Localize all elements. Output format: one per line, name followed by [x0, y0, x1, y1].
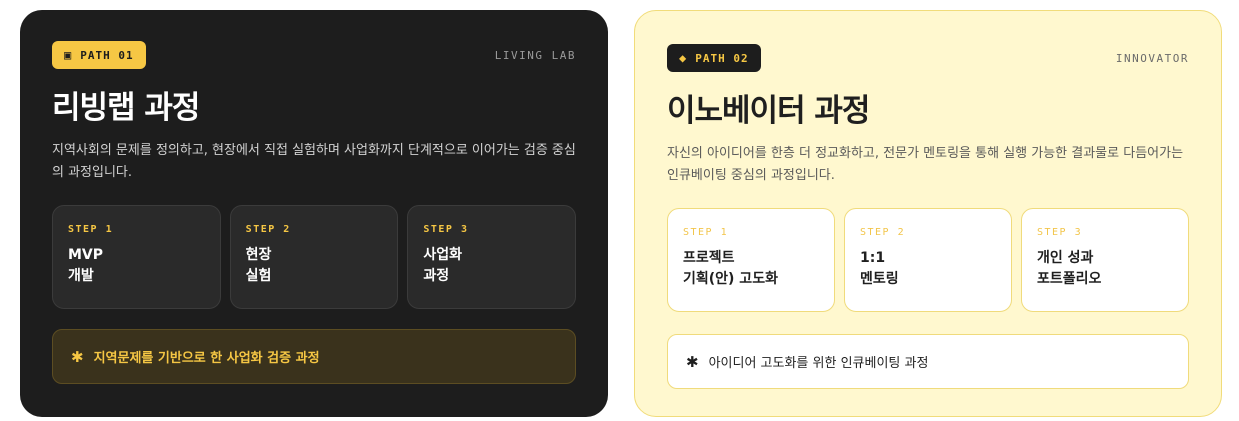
- step-card: STEP 3 사업화 과정: [407, 205, 577, 309]
- step-list: STEP 1 MVP 개발 STEP 2 현장 실험 STEP 3 사업화 과정: [52, 205, 577, 309]
- card-eyebrow: LIVING LAB: [494, 48, 576, 62]
- step-label: STEP 3: [423, 224, 469, 235]
- card-header: ▣ PATH 01 LIVING LAB: [52, 40, 576, 70]
- card-description: 지역사회의 문제를 정의하고, 현장에서 직접 실험하며 사업화까지 단계적으로…: [52, 143, 576, 180]
- step-line: 사업화: [423, 247, 462, 263]
- step-card: STEP 3 개인 성과 포트폴리오: [1021, 208, 1189, 312]
- step-line: 프로젝트: [683, 250, 735, 266]
- step-label: STEP 3: [1037, 227, 1083, 238]
- step-label: STEP 1: [683, 227, 729, 238]
- step-text: 현장 실험: [246, 245, 383, 287]
- step-card: STEP 2 현장 실험: [229, 205, 399, 309]
- step-text: 1:1 멘토링: [860, 248, 996, 290]
- step-line: 개발: [68, 268, 94, 284]
- note-text: 지역문제를 기반으로 한 사업화 검증 과정: [93, 351, 320, 366]
- step-line: 실험: [245, 268, 272, 284]
- step-line: 개인 성과: [1037, 250, 1094, 266]
- card-title: 리빙랩 과정: [52, 90, 200, 126]
- step-line: MVP: [68, 247, 104, 263]
- step-line: 포트폴리오: [1037, 271, 1102, 287]
- note-text: 아이디어 고도화를 위한 인큐베이팅 과정: [708, 356, 929, 371]
- card-note: ✱ 지역문제를 기반으로 한 사업화 검증 과정: [52, 329, 576, 384]
- card-eyebrow: INNOVATOR: [1115, 51, 1189, 65]
- innovator-card: ◆ PATH 02 INNOVATOR 이노베이터 과정 자신의 아이디어를 한…: [634, 10, 1222, 417]
- diamond-icon: ◆: [679, 51, 688, 65]
- card-title: 이노베이터 과정: [667, 93, 870, 129]
- step-line: 1:1: [860, 250, 886, 266]
- path-badge-label: PATH 02: [695, 51, 749, 65]
- path-badge: ▣ PATH 01: [52, 41, 146, 69]
- living-lab-card: ▣ PATH 01 LIVING LAB 리빙랩 과정 지역사회의 문제를 정의…: [20, 10, 608, 417]
- box-icon: ▣: [64, 48, 73, 62]
- card-description: 자신의 아이디어를 한층 더 정교화하고, 전문가 멘토링을 통해 실행 가능한…: [667, 146, 1184, 183]
- step-text: MVP 개발: [68, 245, 205, 287]
- path-badge: ◆ PATH 02: [667, 44, 761, 72]
- card-header: ◆ PATH 02 INNOVATOR: [667, 43, 1189, 73]
- step-list: STEP 1 프로젝트 기획(안) 고도화 STEP 2 1:1 멘토링 STE…: [667, 208, 1189, 312]
- step-line: 멘토링: [860, 271, 899, 287]
- path-badge-label: PATH 01: [80, 48, 134, 62]
- step-card: STEP 1 MVP 개발: [52, 205, 221, 309]
- step-line: 기획(안) 고도화: [683, 271, 778, 287]
- step-label: STEP 2: [860, 227, 906, 238]
- card-note: ✱ 아이디어 고도화를 위한 인큐베이팅 과정: [667, 334, 1189, 389]
- step-text: 개인 성과 포트폴리오: [1037, 248, 1173, 290]
- step-card: STEP 2 1:1 멘토링: [844, 208, 1012, 312]
- step-line: 과정: [423, 268, 450, 284]
- asterisk-icon: ✱: [686, 352, 699, 371]
- step-card: STEP 1 프로젝트 기획(안) 고도화: [667, 208, 835, 312]
- step-text: 사업화 과정: [423, 245, 560, 287]
- step-line: 현장: [245, 247, 272, 263]
- step-text: 프로젝트 기획(안) 고도화: [683, 248, 819, 290]
- step-label: STEP 2: [245, 224, 291, 235]
- asterisk-icon: ✱: [71, 347, 84, 366]
- step-label: STEP 1: [68, 224, 114, 235]
